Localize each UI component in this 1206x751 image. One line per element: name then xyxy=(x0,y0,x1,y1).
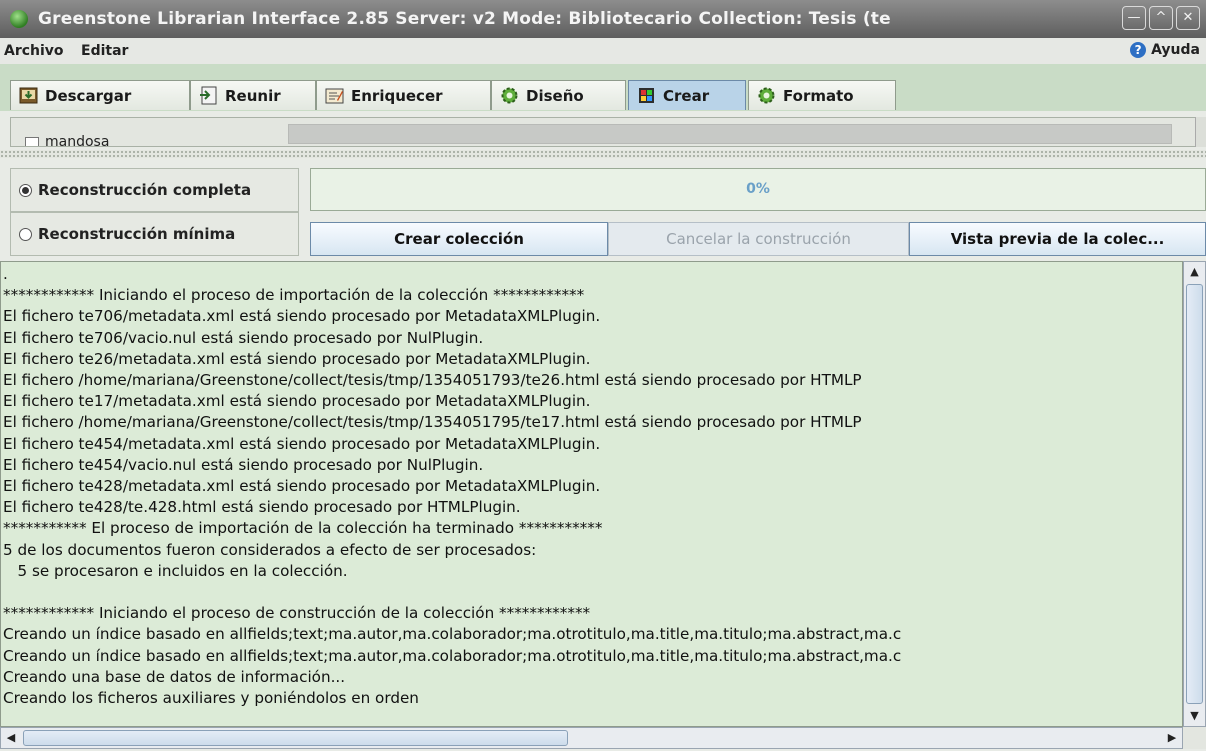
log-horizontal-scrollbar[interactable]: ◀ ▶ xyxy=(0,727,1183,749)
menu-editar[interactable]: Editar xyxy=(81,43,128,59)
build-log[interactable]: . ************ Iniciando el proceso de i… xyxy=(0,261,1183,727)
tab-formato[interactable]: Formato xyxy=(748,80,896,110)
download-icon xyxy=(19,86,38,105)
cancel-build-button[interactable]: Cancelar la construcción xyxy=(608,222,909,256)
progress-text: 0% xyxy=(746,181,770,197)
scroll-up-arrow-icon[interactable]: ▲ xyxy=(1184,262,1205,282)
build-buttons: Crear colección Cancelar la construcción… xyxy=(310,222,1206,256)
title-bar: Greenstone Librarian Interface 2.85 Serv… xyxy=(0,0,1206,38)
radio-selected-icon xyxy=(19,183,32,197)
radio-label: Reconstrucción mínima xyxy=(38,225,236,243)
tab-bar: Descargar Reunir Enriquecer Diseño Crear… xyxy=(0,64,1206,111)
tab-label: Enriquecer xyxy=(351,86,443,105)
greenstone-app-icon xyxy=(10,10,28,28)
scroll-left-arrow-icon[interactable]: ◀ xyxy=(1,728,21,748)
tab-diseno[interactable]: Diseño xyxy=(491,80,626,110)
help-menu[interactable]: ? Ayuda xyxy=(1130,42,1200,58)
radio-full-rebuild[interactable]: Reconstrucción completa xyxy=(10,168,299,212)
rebuild-mode-group: Reconstrucción completa Reconstrucción m… xyxy=(10,168,299,256)
create-icon xyxy=(637,86,656,105)
tab-reunir[interactable]: Reunir xyxy=(190,80,316,110)
tab-crear[interactable]: Crear xyxy=(628,80,746,110)
tab-enriquecer[interactable]: Enriquecer xyxy=(316,80,491,110)
build-log-text: . ************ Iniciando el proceso de i… xyxy=(3,265,902,708)
option-value-field[interactable] xyxy=(288,124,1172,144)
horizontal-scroll-thumb[interactable] xyxy=(23,730,568,746)
scrollbar-corner xyxy=(1183,727,1206,749)
vertical-scroll-thumb[interactable] xyxy=(1186,284,1203,704)
minimize-button[interactable]: — xyxy=(1122,6,1146,30)
menu-archivo[interactable]: Archivo xyxy=(4,43,64,59)
window-title: Greenstone Librarian Interface 2.85 Serv… xyxy=(38,9,891,29)
format-gear-icon xyxy=(757,86,776,105)
tab-label: Reunir xyxy=(225,86,281,105)
log-vertical-scrollbar[interactable]: ▲ ▼ xyxy=(1183,261,1206,727)
radio-unselected-icon xyxy=(19,227,32,241)
tab-descargar[interactable]: Descargar xyxy=(10,80,190,110)
preview-collection-button[interactable]: Vista previa de la colec... xyxy=(909,222,1206,256)
option-checkbox[interactable] xyxy=(25,137,39,146)
menu-bar: Archivo Editar ? Ayuda xyxy=(0,38,1206,65)
close-button[interactable]: ✕ xyxy=(1176,6,1200,30)
build-options-panel: mandosa xyxy=(10,117,1200,147)
tab-label: Crear xyxy=(663,86,710,105)
help-label: Ayuda xyxy=(1151,42,1200,58)
radio-label: Reconstrucción completa xyxy=(38,181,252,199)
radio-minimal-rebuild[interactable]: Reconstrucción mínima xyxy=(10,212,299,256)
design-gear-icon xyxy=(500,86,519,105)
build-progress-bar: 0% xyxy=(310,168,1206,211)
help-icon: ? xyxy=(1130,42,1147,58)
option-checkbox-label: mandosa xyxy=(45,134,110,147)
create-collection-button[interactable]: Crear colección xyxy=(310,222,608,256)
maximize-button[interactable]: ^ xyxy=(1149,6,1173,30)
gather-icon xyxy=(199,86,218,105)
enrich-icon xyxy=(325,86,344,105)
scroll-right-arrow-icon[interactable]: ▶ xyxy=(1162,728,1182,748)
tab-label: Diseño xyxy=(526,86,584,105)
split-pane-divider[interactable] xyxy=(0,150,1206,158)
options-panel-scrollbar[interactable] xyxy=(1195,117,1206,147)
tab-label: Descargar xyxy=(45,86,132,105)
scroll-down-arrow-icon[interactable]: ▼ xyxy=(1184,706,1205,726)
tab-label: Formato xyxy=(783,86,854,105)
